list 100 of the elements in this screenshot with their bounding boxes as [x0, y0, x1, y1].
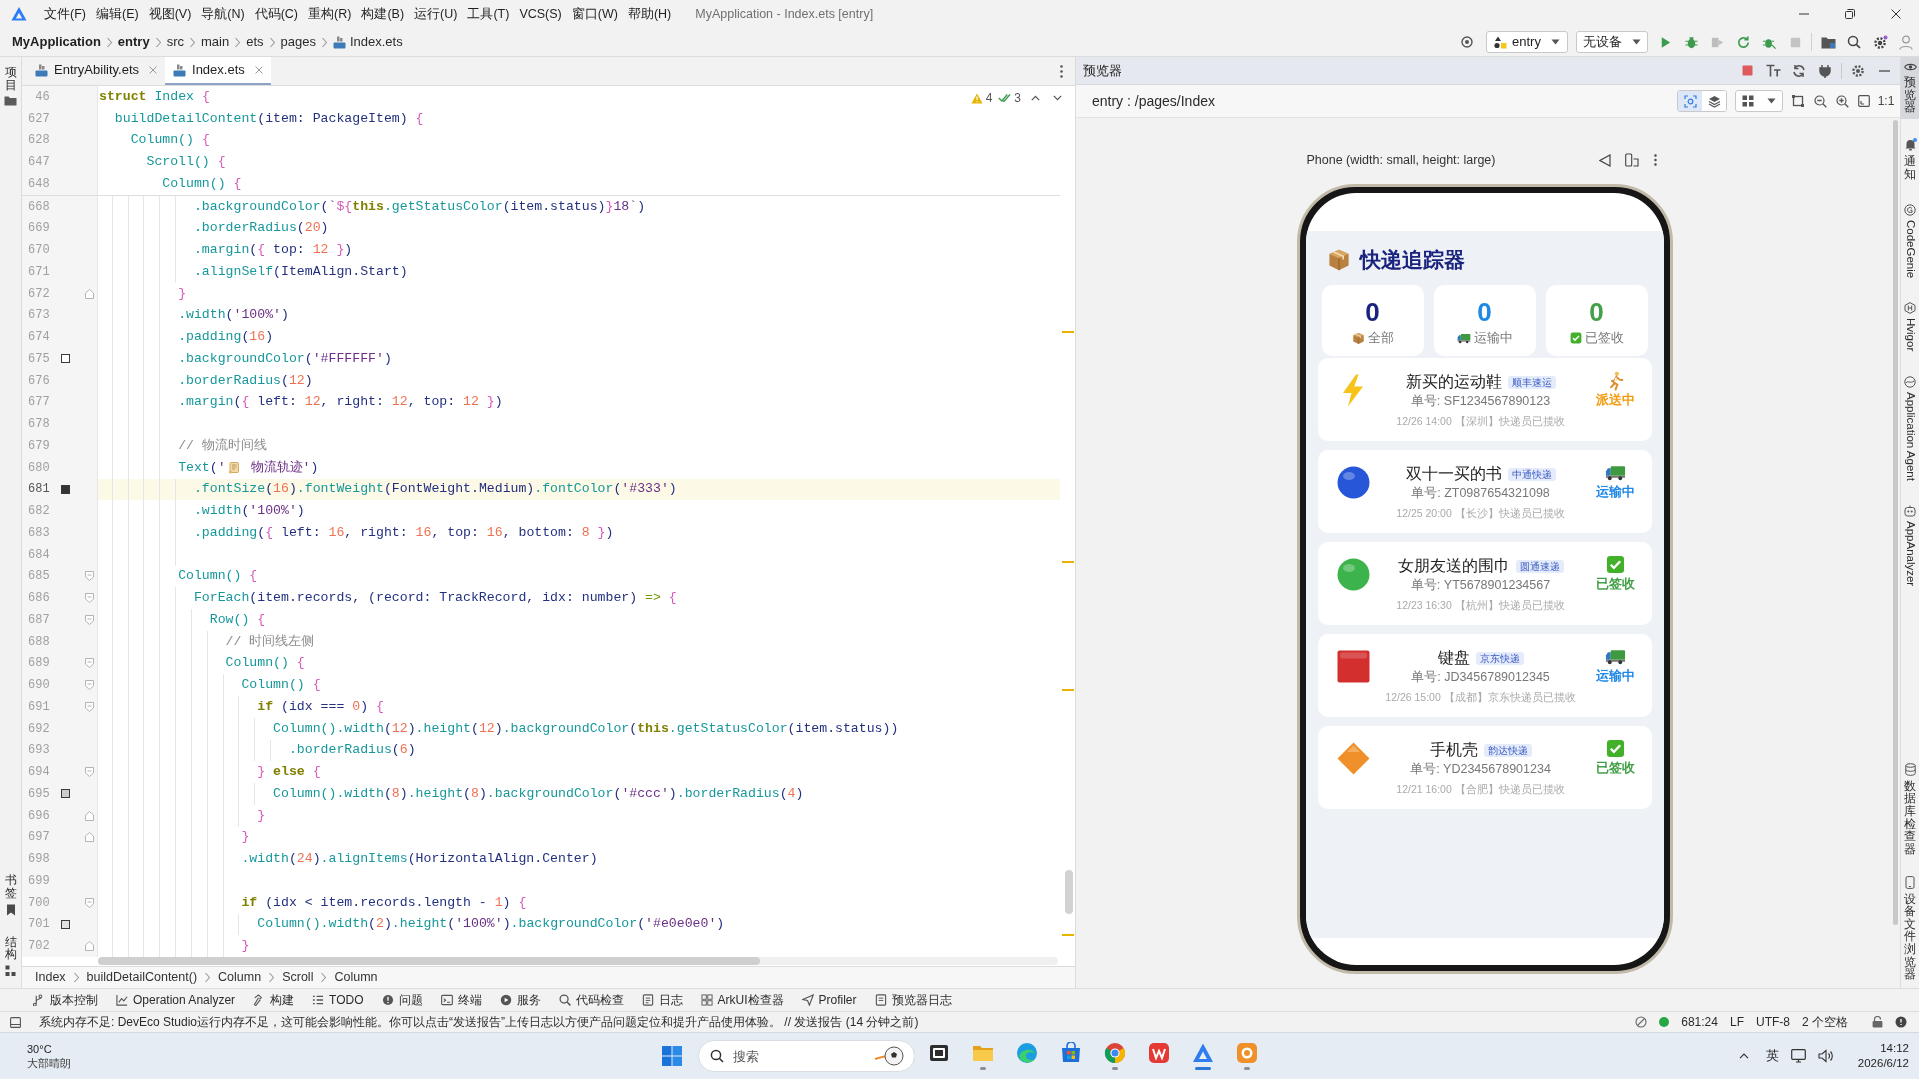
- breadcrumb-item[interactable]: ets: [246, 32, 264, 52]
- scrollbar-thumb[interactable]: [1065, 870, 1073, 914]
- breadcrumb-item[interactable]: Column: [216, 968, 264, 987]
- slashed-circle-icon[interactable]: [1635, 1016, 1648, 1028]
- menu-item[interactable]: 帮助(H): [627, 4, 672, 24]
- search-field[interactable]: 搜索: [698, 1040, 915, 1072]
- actual-size-button[interactable]: 1:1: [1875, 90, 1897, 112]
- fold-icon[interactable]: [84, 767, 94, 778]
- fold-icon[interactable]: [84, 288, 94, 299]
- tool-window-button[interactable]: Hvigor: [1901, 297, 1919, 357]
- tool-window-button[interactable]: 数据库检查器: [1901, 757, 1919, 861]
- clock[interactable]: 14:12 2026/6/12: [1845, 1041, 1915, 1071]
- breadcrumb-item[interactable]: buildDetailContent(): [84, 968, 200, 987]
- tool-window-button[interactable]: 通知: [1901, 132, 1919, 186]
- tool-window-button[interactable]: 结构: [0, 930, 21, 982]
- tool-window-button[interactable]: Operation Analyzer: [114, 991, 238, 1009]
- monitor-icon[interactable]: [1791, 1049, 1806, 1063]
- menu-item[interactable]: 重构(R): [308, 4, 352, 24]
- editor-tab[interactable]: Index.ets: [165, 57, 271, 85]
- close-icon[interactable]: [149, 66, 157, 74]
- tool-window-button[interactable]: 预览器: [1901, 57, 1919, 119]
- package-card[interactable]: 手机壳 韵达快递 单号: YD2345678901234 12/21 16:00 【合肥】快递员已揽收 已签收: [1317, 726, 1652, 809]
- line-separator[interactable]: LF: [1729, 1013, 1744, 1031]
- tool-window-button[interactable]: 问题: [379, 991, 425, 1009]
- horizontal-scrollbar-track[interactable]: [98, 957, 1058, 965]
- module-dropdown[interactable]: entry: [1486, 31, 1568, 53]
- tool-window-button[interactable]: 终端: [438, 991, 484, 1009]
- warnings-counter[interactable]: 4: [970, 89, 993, 107]
- fold-icon[interactable]: [84, 941, 94, 952]
- tool-window-button[interactable]: Profiler: [799, 991, 859, 1009]
- status-message[interactable]: 系统内存不足: DevEco Studio运行内存不足，这可能会影响性能。你可以点击“发送报告”上传日志以方便产品问题定位和提升产品使用体验。 // 发送报告 (14 分钟之前): [39, 1013, 919, 1031]
- breadcrumb-item[interactable]: Index.ets: [332, 32, 403, 52]
- menu-item[interactable]: 工具(T): [467, 4, 510, 24]
- input-method-indicator[interactable]: 英: [1766, 1046, 1779, 1066]
- fold-icon[interactable]: [84, 701, 94, 712]
- menu-item[interactable]: 窗口(W): [571, 4, 618, 24]
- fold-icon[interactable]: [84, 593, 94, 604]
- tool-window-button[interactable]: 项目: [0, 61, 21, 112]
- menu-item[interactable]: 编辑(E): [95, 4, 139, 24]
- menu-item[interactable]: 文件(F): [44, 4, 86, 24]
- breadcrumb-item[interactable]: pages: [280, 32, 316, 52]
- color-swatch-icon[interactable]: [60, 789, 70, 799]
- package-card[interactable]: 女朋友送的围巾 圆通速递 单号: YT5678901234567 12/23 16:30 【杭州】快递员已揽收 已签收: [1317, 542, 1652, 625]
- tool-window-button[interactable]: 代码检查: [556, 991, 626, 1009]
- package-card[interactable]: 双十一买的书 中通快递 单号: ZT0987654321098 12/25 20:00 【长沙】快递员已揽收 运输中: [1317, 450, 1652, 533]
- fold-icon[interactable]: [84, 571, 94, 582]
- menu-item[interactable]: 运行(U): [414, 4, 458, 24]
- weak-warnings-counter[interactable]: 3: [998, 89, 1021, 107]
- warning-marker-icon[interactable]: [1062, 689, 1074, 691]
- tool-window-button[interactable]: TODO: [310, 991, 366, 1009]
- color-swatch-icon[interactable]: [60, 919, 70, 929]
- fold-icon[interactable]: [84, 680, 94, 691]
- caret-position[interactable]: 681:24: [1681, 1013, 1718, 1031]
- menu-item[interactable]: 导航(N): [201, 4, 245, 24]
- breadcrumb-item[interactable]: Scroll: [280, 968, 316, 987]
- package-card[interactable]: 新买的运动鞋 顺丰速运 单号: SF1234567890123 12/26 14:00 【深圳】快递员已揽收 派送中: [1317, 358, 1652, 441]
- fold-icon[interactable]: [84, 614, 94, 625]
- editor-tab[interactable]: EntryAbility.ets: [27, 57, 165, 85]
- tool-window-button[interactable]: 构建: [251, 991, 297, 1009]
- panel-toggle-icon[interactable]: [10, 1016, 21, 1028]
- indent-setting[interactable]: 2 个空格: [1802, 1013, 1848, 1031]
- tool-window-button[interactable]: CodeGenie: [1901, 199, 1919, 284]
- fold-icon[interactable]: [84, 658, 94, 669]
- tool-window-button[interactable]: AppAnalyzer: [1901, 499, 1919, 591]
- breadcrumb-item[interactable]: src: [166, 32, 184, 52]
- color-swatch-icon[interactable]: [60, 354, 70, 364]
- menu-item[interactable]: 构建(B): [361, 4, 405, 24]
- breadcrumb-item[interactable]: Column: [332, 968, 380, 987]
- menu-item[interactable]: 视图(V): [148, 4, 192, 24]
- breadcrumb-item[interactable]: MyApplication: [12, 32, 101, 52]
- fold-device-button[interactable]: [1623, 152, 1640, 168]
- scrollbar-thumb[interactable]: [1893, 120, 1898, 925]
- tool-window-button[interactable]: 设备文件浏览器: [1901, 870, 1919, 986]
- weather-temperature[interactable]: 30°C: [27, 1042, 52, 1056]
- fold-icon[interactable]: [84, 832, 94, 843]
- fold-icon[interactable]: [84, 810, 94, 821]
- rotate-button[interactable]: [1596, 152, 1613, 168]
- tool-window-button[interactable]: ArkUI检查器: [698, 991, 786, 1009]
- warning-marker-icon[interactable]: [1062, 934, 1074, 936]
- package-card[interactable]: 键盘 京东快递 单号: JD3456789012345 12/26 15:00 【成都】京东快递员已揽收 运输中: [1317, 634, 1652, 717]
- tool-window-button[interactable]: 书签: [0, 869, 21, 921]
- layout-dropdown[interactable]: [1735, 90, 1783, 112]
- color-swatch-icon[interactable]: [60, 484, 70, 494]
- tool-window-button[interactable]: 预览器日志: [872, 991, 954, 1009]
- fold-icon[interactable]: [84, 897, 94, 908]
- device-dropdown[interactable]: 无设备: [1576, 31, 1648, 53]
- breadcrumb-item[interactable]: Index: [33, 968, 68, 987]
- exclamation-circle-icon[interactable]: [1895, 1016, 1907, 1028]
- warning-marker-icon[interactable]: [1062, 561, 1074, 563]
- breadcrumb-item[interactable]: main: [201, 32, 230, 52]
- menu-item[interactable]: 代码(C): [254, 4, 299, 24]
- tool-window-button[interactable]: Application Agent: [1901, 370, 1919, 486]
- tool-window-button[interactable]: 服务: [497, 991, 543, 1009]
- tool-window-button[interactable]: 日志: [639, 991, 685, 1009]
- lock-icon[interactable]: [1872, 1016, 1883, 1028]
- close-icon[interactable]: [254, 66, 263, 74]
- volume-icon[interactable]: [1818, 1049, 1833, 1063]
- file-encoding[interactable]: UTF-8: [1756, 1013, 1790, 1031]
- weather-condition[interactable]: 大部晴朗: [27, 1056, 71, 1070]
- tool-window-button[interactable]: 版本控制: [31, 991, 100, 1009]
